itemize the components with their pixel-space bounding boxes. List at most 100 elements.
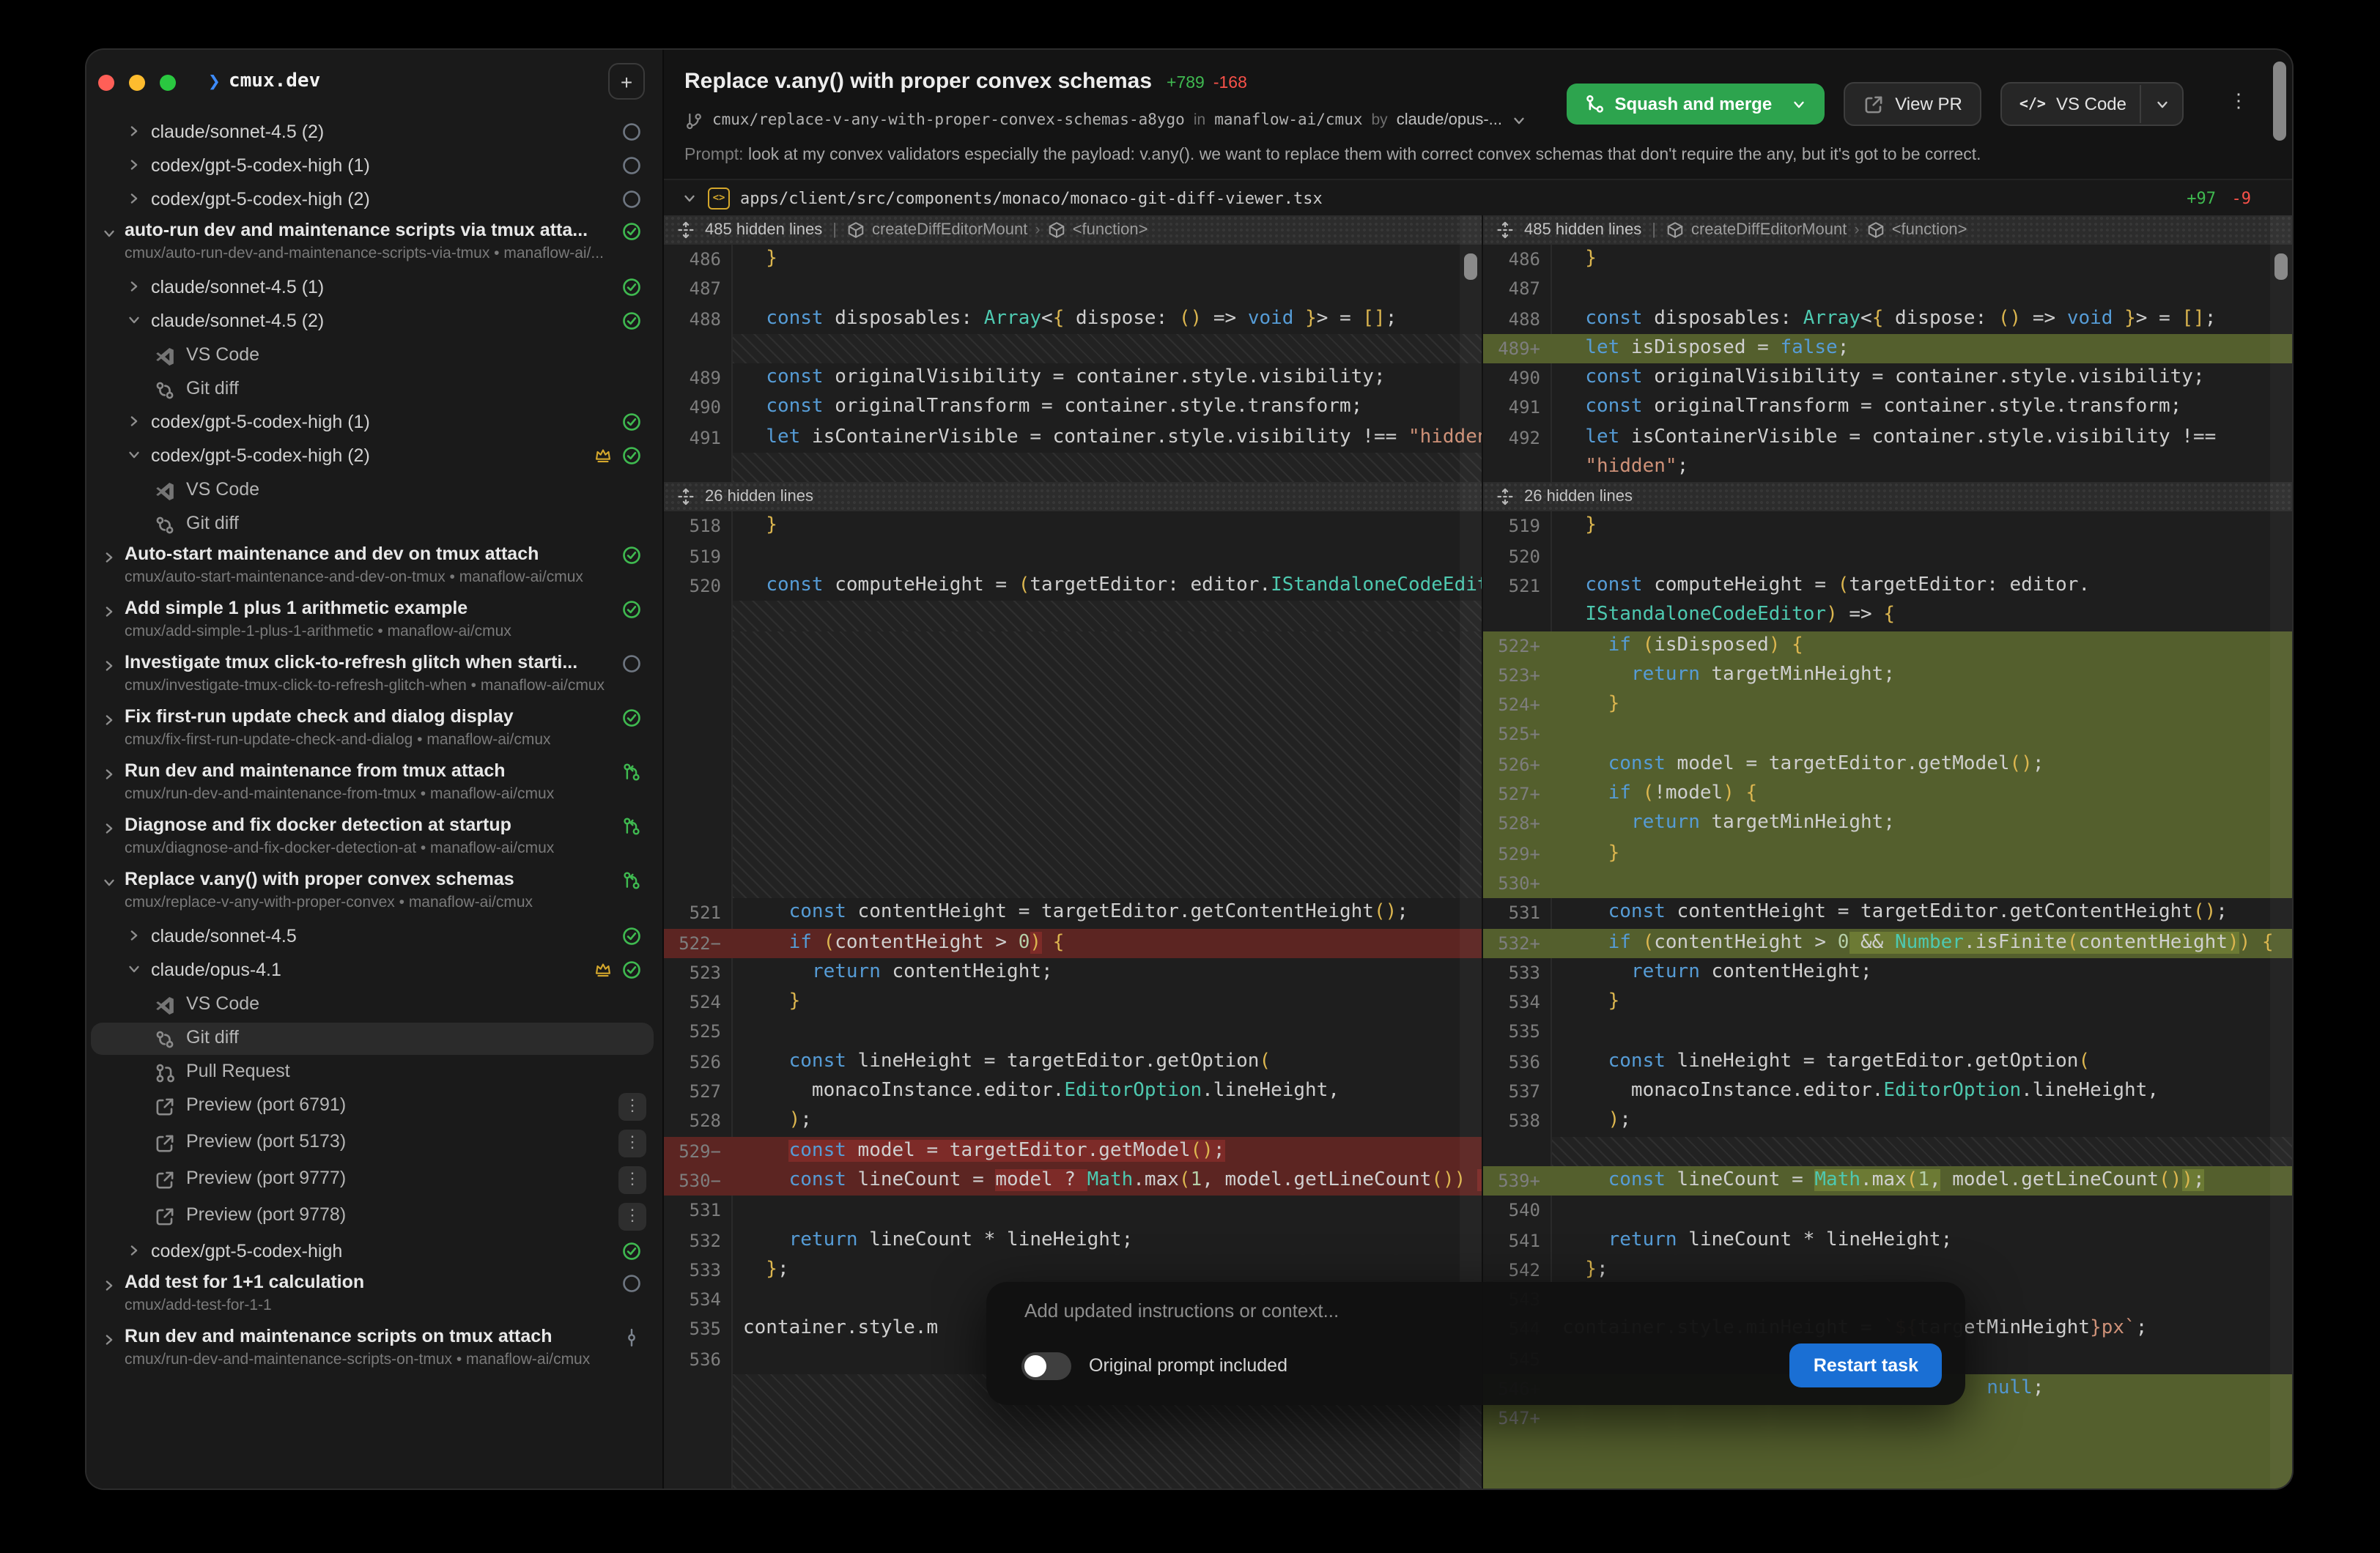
code-line: 542 };: [1483, 1256, 2292, 1286]
file-header[interactable]: <> apps/client/src/components/monaco/mon…: [664, 179, 2292, 217]
line-number: 488: [664, 304, 731, 334]
sidebar-item-branch[interactable]: codex/gpt-5-codex-high (1): [86, 407, 662, 441]
agent-selector[interactable]: claude/opus-...: [1397, 111, 1502, 129]
sidebar-item-vs-code[interactable]: VS Code: [86, 475, 662, 508]
chevron-down-icon[interactable]: [1511, 112, 1527, 128]
sidebar-item-task[interactable]: Auto-start maintenance and dev on tmux a…: [86, 542, 662, 596]
window-scrollbar-thumb[interactable]: [2273, 62, 2286, 141]
expand-hidden-lines-icon: [1496, 489, 1514, 506]
item-overflow-menu[interactable]: ⋮: [618, 1093, 646, 1121]
sidebar-item-branch[interactable]: codex/gpt-5-codex-high: [86, 1237, 662, 1270]
sidebar-item-task[interactable]: Diagnose and fix docker detection at sta…: [86, 813, 662, 867]
sidebar-item-vs-code[interactable]: VS Code: [86, 340, 662, 374]
item-label: codex/gpt-5-codex-high (2): [151, 189, 598, 210]
line-number: 541: [1483, 1226, 1551, 1256]
sidebar-item-task[interactable]: Run dev and maintenance scripts on tmux …: [86, 1324, 662, 1379]
squash-and-merge-button[interactable]: Squash and merge: [1566, 84, 1825, 125]
sidebar-item-git-diff[interactable]: Git diff: [86, 508, 662, 542]
code-line: 491 const originalTransform = container.…: [1483, 393, 2292, 423]
line-number: 524: [664, 987, 731, 1018]
sidebar-item-branch[interactable]: claude/sonnet-4.5 (1): [86, 273, 662, 306]
sidebar-item-branch[interactable]: codex/gpt-5-codex-high (2): [86, 185, 662, 218]
chevron-right-icon: [101, 820, 117, 837]
hidden-lines-bar[interactable]: 26 hidden lines: [664, 483, 1482, 512]
hidden-lines-bar[interactable]: 485 hidden lines|createDiffEditorMount›<…: [1483, 215, 2292, 245]
line-number: 491: [1483, 393, 1551, 423]
sidebar-item-preview-port-9778-[interactable]: Preview (port 9778)⋮: [86, 1200, 662, 1237]
item-label: VS Code: [186, 993, 259, 1014]
expand-hidden-lines-icon: [677, 489, 695, 506]
sidebar-item-branch[interactable]: claude/sonnet-4.5 (2): [86, 117, 662, 151]
code-line: 523+ return targetMinHeight;: [1483, 661, 2292, 691]
chevron-down-icon[interactable]: [681, 190, 698, 206]
sidebar-item-branch[interactable]: claude/opus-4.1: [86, 955, 662, 989]
item-overflow-menu[interactable]: ⋮: [618, 1130, 646, 1157]
prompt-text: Prompt: look at my convex validators esp…: [684, 147, 2263, 164]
git-branch-icon: [684, 111, 703, 130]
sidebar-item-pull-request[interactable]: Pull Request: [86, 1056, 662, 1090]
sidebar-item-preview-port-6791-[interactable]: Preview (port 6791)⋮: [86, 1090, 662, 1127]
open-vscode-button[interactable]: </> VS Code: [2000, 82, 2184, 126]
line-number: 527+: [1483, 779, 1551, 809]
sidebar-item-branch[interactable]: codex/gpt-5-codex-high (2): [86, 441, 662, 475]
sidebar-item-preview-port-9777-[interactable]: Preview (port 9777)⋮: [86, 1163, 662, 1200]
item-label: Preview (port 5173): [186, 1131, 346, 1152]
sidebar-item-task[interactable]: Run dev and maintenance from tmux attach…: [86, 759, 662, 813]
sidebar-item-branch[interactable]: claude/sonnet-4.5: [86, 922, 662, 955]
chevron-down-icon[interactable]: [1791, 96, 1807, 112]
line-number: 519: [664, 541, 731, 571]
item-overflow-menu[interactable]: ⋮: [618, 1203, 646, 1231]
sidebar-item-vs-code[interactable]: VS Code: [86, 989, 662, 1023]
divider: [2140, 85, 2141, 123]
sidebar-item-git-diff[interactable]: Git diff: [86, 374, 662, 407]
sidebar-item-task[interactable]: Investigate tmux click-to-refresh glitch…: [86, 651, 662, 705]
sidebar-item-branch[interactable]: claude/sonnet-4.5 (2): [86, 306, 662, 340]
item-label: codex/gpt-5-codex-high (1): [151, 155, 598, 176]
close-window-button[interactable]: [98, 75, 114, 91]
sidebar-item-task[interactable]: Replace v.any() with proper convex schem…: [86, 867, 662, 922]
hidden-lines-bar[interactable]: 485 hidden lines|createDiffEditorMount›<…: [664, 215, 1482, 245]
task-list: claude/sonnet-4.5 (2) codex/gpt-5-codex-h…: [86, 117, 662, 1379]
line-number: 486: [664, 245, 731, 275]
chevron-down-icon[interactable]: [2154, 96, 2170, 112]
sidebar-item-task[interactable]: Add test for 1+1 calculationcmux/add-tes…: [86, 1270, 662, 1324]
page-title: Replace v.any() with proper convex schem…: [684, 69, 1247, 94]
code-line: 535: [1483, 1018, 2292, 1048]
original-prompt-toggle[interactable]: [1021, 1352, 1071, 1380]
code-line: 521 const contentHeight = targetEditor.g…: [664, 899, 1482, 929]
chevron-right-icon: [101, 549, 117, 566]
sidebar-item-preview-port-5173-[interactable]: Preview (port 5173) ⋮: [86, 1127, 662, 1163]
file-path: apps/client/src/components/monaco/monaco…: [740, 188, 1323, 207]
breadcrumb[interactable]: createDiffEditorMount›<function>: [1666, 221, 1967, 239]
line-number: 525+: [1483, 720, 1551, 750]
item-overflow-menu[interactable]: ⋮: [618, 1166, 646, 1194]
code-line: 489 const originalVisibility = container…: [664, 363, 1482, 393]
restart-task-button[interactable]: Restart task: [1790, 1343, 1942, 1387]
sidebar-item-git-diff[interactable]: Git diff: [86, 1023, 662, 1056]
chevron-right-icon: [101, 604, 117, 620]
sidebar-item-task[interactable]: Fix first-run update check and dialog di…: [86, 705, 662, 759]
header-overflow-menu[interactable]: ⋮: [2229, 89, 2248, 113]
line-number: 530−: [664, 1166, 731, 1196]
scrollbar-track[interactable]: [2270, 215, 2292, 1489]
scrollbar-thumb[interactable]: [2274, 253, 2288, 280]
view-pr-button[interactable]: View PR: [1844, 82, 1981, 126]
sidebar-item-task[interactable]: Add simple 1 plus 1 arithmetic examplecm…: [86, 596, 662, 651]
breadcrumb[interactable]: createDiffEditorMount›<function>: [847, 221, 1148, 239]
scrollbar-thumb[interactable]: [1464, 253, 1477, 280]
new-task-button[interactable]: +: [608, 63, 645, 100]
minimize-window-button[interactable]: [129, 75, 145, 91]
line-number: 531: [1483, 898, 1551, 928]
line-number: 489: [664, 363, 731, 393]
instructions-input[interactable]: Add updated instructions or context...: [1024, 1300, 1339, 1322]
sidebar-item-task[interactable]: auto-run dev and maintenance scripts via…: [86, 218, 662, 273]
main-panel: Replace v.any() with proper convex schem…: [664, 50, 2292, 1489]
item-label: Run dev and maintenance from tmux attach: [125, 760, 598, 781]
hidden-lines-bar[interactable]: 26 hidden lines: [1483, 483, 2292, 512]
code-line: 537 monacoInstance.editor.EditorOption.l…: [1483, 1077, 2292, 1107]
chevron-right-icon: [126, 927, 142, 944]
chevron-down-icon: [2154, 96, 2170, 112]
zoom-window-button[interactable]: [160, 75, 176, 91]
sidebar-item-branch[interactable]: codex/gpt-5-codex-high (1): [86, 151, 662, 185]
chevron-right-icon: [126, 413, 142, 429]
